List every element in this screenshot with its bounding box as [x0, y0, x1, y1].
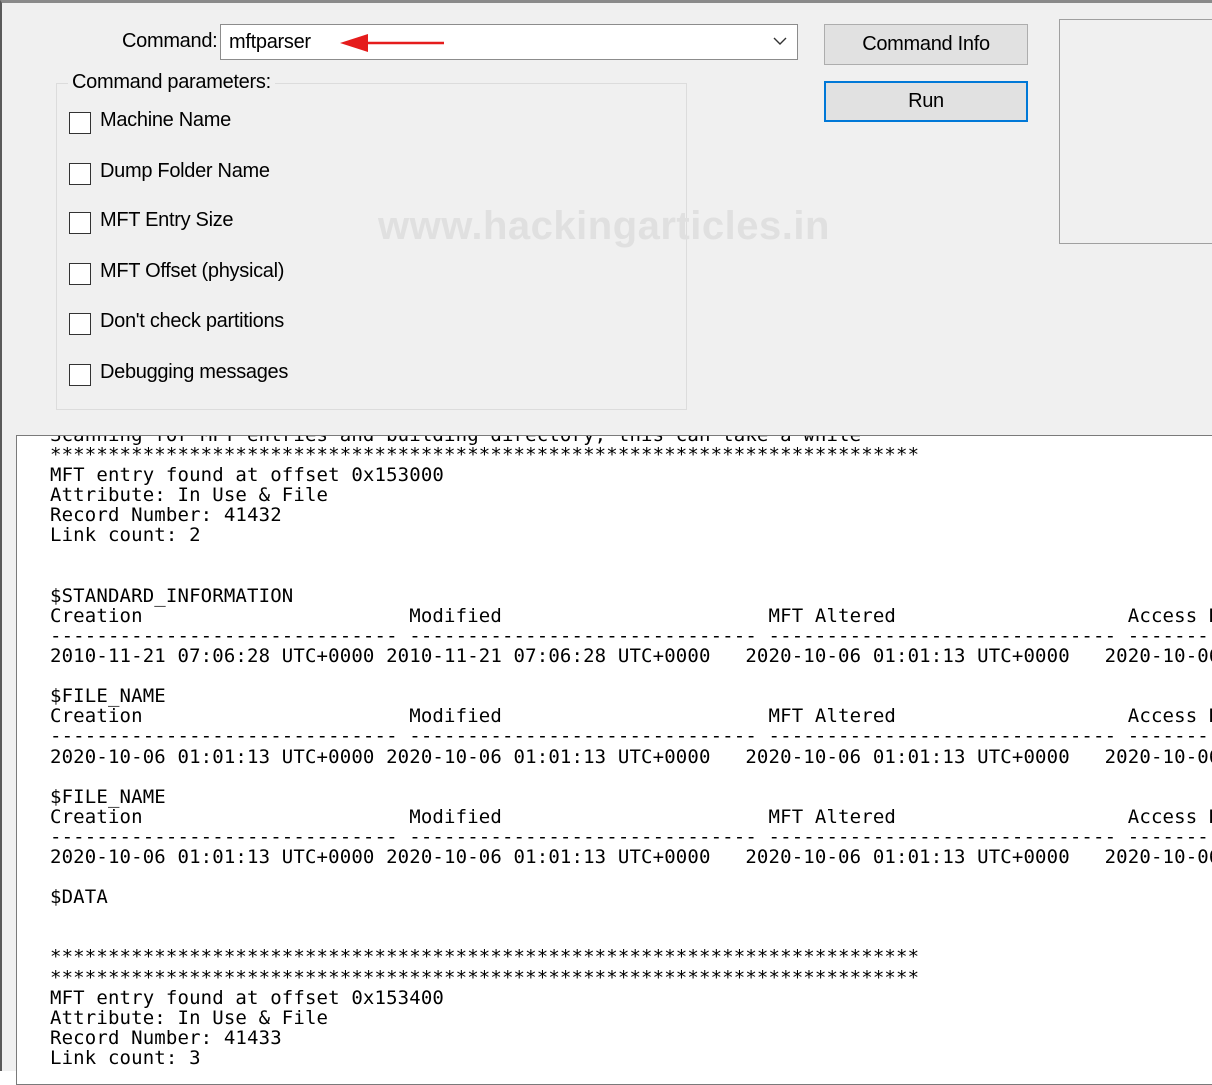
checkbox-box[interactable] [69, 364, 91, 386]
output-textarea[interactable]: Scanning for MFT entries and building di… [16, 435, 1212, 1085]
checkbox-box[interactable] [69, 313, 91, 335]
command-info-button[interactable]: Command Info [824, 24, 1028, 65]
watermark: www.hackingarticles.in [378, 204, 830, 248]
checkbox-box[interactable] [69, 163, 91, 185]
checkbox-box[interactable] [69, 212, 91, 234]
volatility-workbench-window: Command: mftparser Command Info Run Comm… [0, 0, 1212, 1085]
command-select-value: mftparser [229, 31, 311, 53]
command-parameters-title: Command parameters: [68, 71, 275, 94]
chevron-down-icon[interactable] [771, 29, 789, 53]
checkbox-box[interactable] [69, 263, 91, 285]
checkbox-label: MFT Offset (physical) [100, 260, 285, 282]
command-label: Command: [122, 30, 218, 52]
checkbox-box[interactable] [69, 112, 91, 134]
checkbox-label: Don't check partitions [100, 310, 284, 332]
checkbox-label: Dump Folder Name [100, 160, 270, 182]
output-text: Scanning for MFT entries and building di… [50, 435, 1212, 1069]
checkbox-label: Machine Name [100, 109, 231, 131]
run-button[interactable]: Run [824, 81, 1028, 122]
command-select[interactable]: mftparser [220, 24, 798, 60]
checkbox-label: MFT Entry Size [100, 209, 234, 231]
checkbox-label: Debugging messages [100, 361, 289, 383]
side-panel [1059, 19, 1212, 244]
red-arrow-annotation [340, 34, 444, 52]
